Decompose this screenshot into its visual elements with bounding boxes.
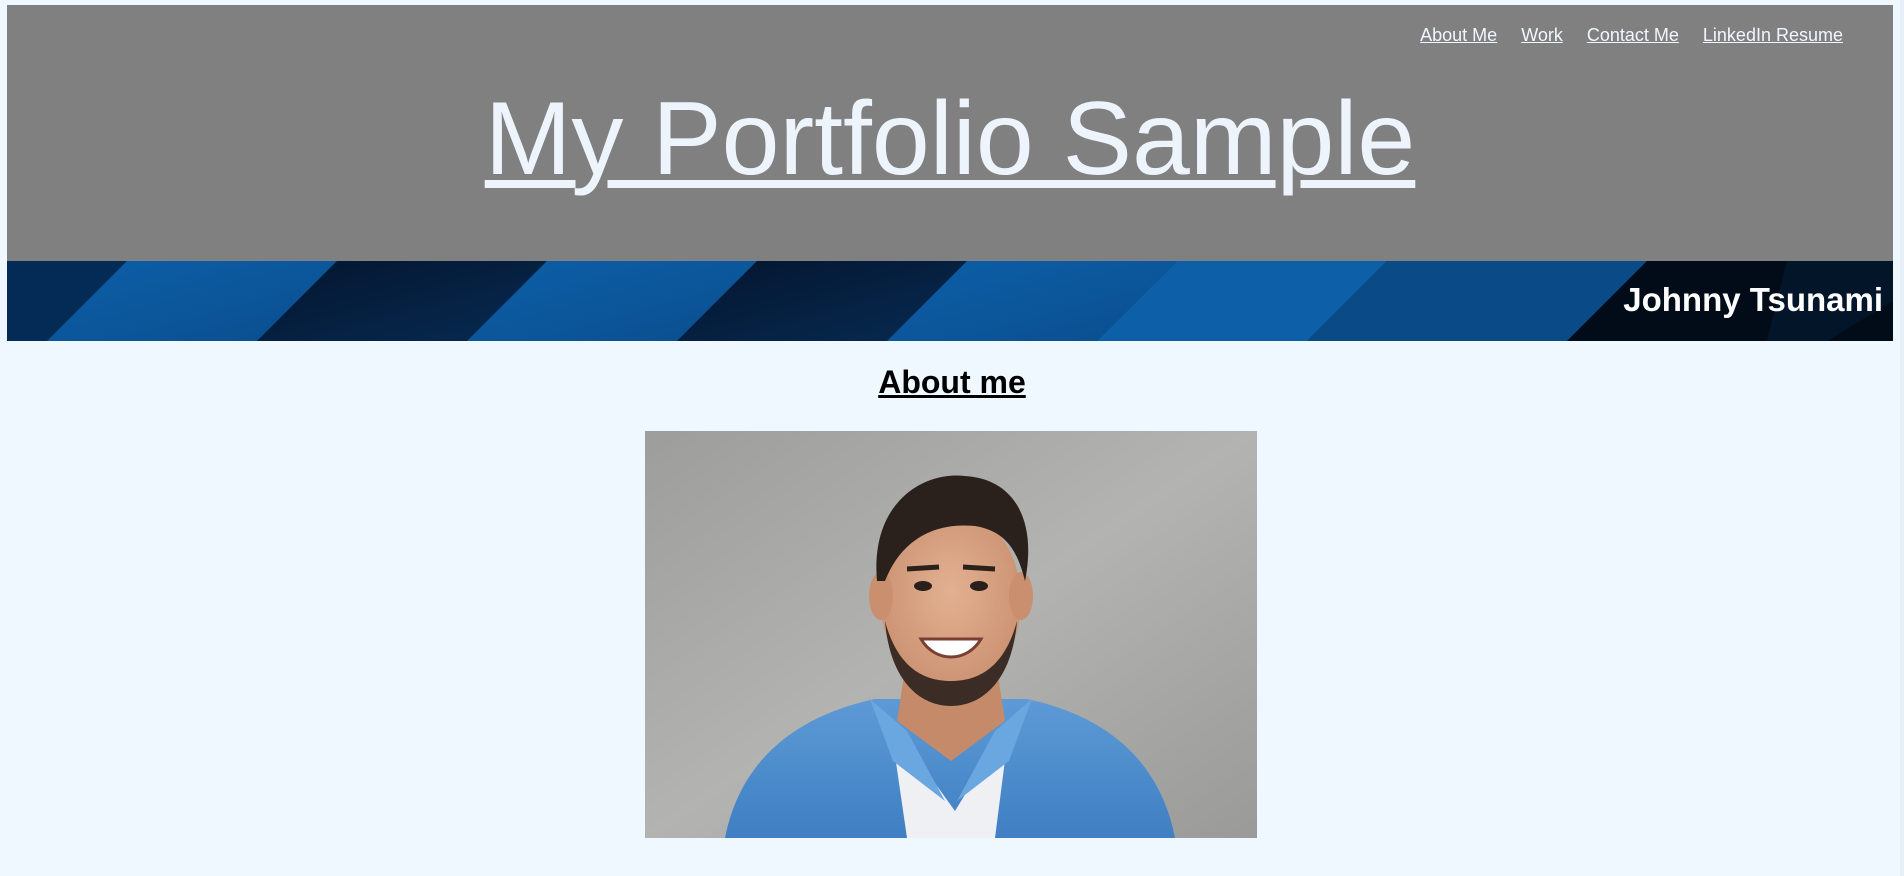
site-header: About Me Work Contact Me LinkedIn Resume… xyxy=(7,5,1893,261)
page-edge xyxy=(1900,0,1904,876)
name-banner: Johnny Tsunami xyxy=(7,261,1893,341)
about-heading: About me xyxy=(878,364,1026,400)
top-nav: About Me Work Contact Me LinkedIn Resume xyxy=(1420,25,1843,46)
nav-link-work[interactable]: Work xyxy=(1521,25,1563,46)
banner-stripes-graphic xyxy=(7,261,1893,341)
profile-photo-illustration xyxy=(645,431,1257,838)
site-title: My Portfolio Sample xyxy=(7,84,1893,194)
profile-photo xyxy=(645,431,1257,838)
nav-link-contact-me[interactable]: Contact Me xyxy=(1587,25,1679,46)
nav-link-linkedin-resume[interactable]: LinkedIn Resume xyxy=(1703,25,1843,46)
site-title-link[interactable]: My Portfolio Sample xyxy=(485,81,1416,197)
nav-link-about-me[interactable]: About Me xyxy=(1420,25,1497,46)
page: About Me Work Contact Me LinkedIn Resume… xyxy=(0,0,1904,876)
banner-name: Johnny Tsunami xyxy=(1623,281,1883,318)
